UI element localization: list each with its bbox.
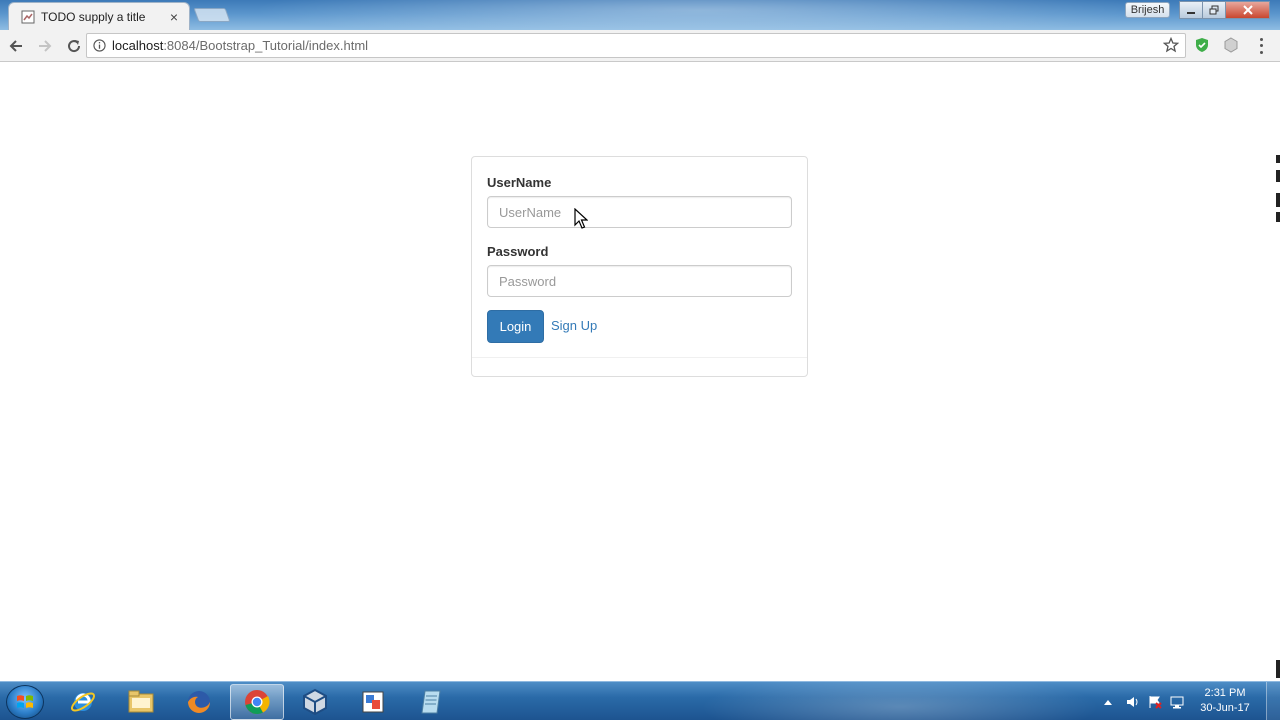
login-button[interactable]: Login [487, 310, 544, 343]
photo-app-icon[interactable] [346, 684, 400, 720]
shield-extension-icon[interactable] [1193, 36, 1211, 54]
restore-icon[interactable] [1202, 1, 1226, 19]
login-panel: UserName Password Login Sign Up [471, 156, 808, 377]
new-tab-button[interactable] [193, 8, 231, 22]
file-explorer-icon[interactable] [114, 684, 168, 720]
tab-close-icon[interactable]: × [167, 9, 181, 25]
internet-explorer-icon[interactable] [56, 684, 110, 720]
forward-arrow-icon[interactable] [32, 33, 58, 59]
browser-toolbar: localhost:8084/Bootstrap_Tutorial/index.… [0, 30, 1280, 62]
show-hidden-icons-icon[interactable] [1100, 699, 1116, 705]
system-tray [1100, 682, 1188, 720]
tab-title: TODO supply a title [41, 9, 146, 24]
info-icon[interactable] [93, 39, 106, 52]
reload-icon[interactable] [61, 33, 87, 59]
browser-titlebar: TODO supply a title × Brijesh [0, 0, 1280, 30]
browser-menu-icon[interactable] [1254, 36, 1268, 56]
show-desktop-button[interactable] [1266, 682, 1280, 720]
back-arrow-icon[interactable] [3, 33, 29, 59]
minimize-icon[interactable] [1179, 1, 1203, 19]
mouse-cursor-icon [574, 207, 589, 235]
username-label: UserName [487, 175, 552, 190]
password-label: Password [487, 244, 549, 259]
bookmark-star-icon[interactable] [1162, 36, 1180, 58]
virtualbox-icon[interactable] [288, 684, 342, 720]
edge-artifact [1276, 193, 1280, 207]
hexagon-extension-icon[interactable] [1222, 36, 1240, 54]
url-host: localhost [112, 38, 164, 53]
start-windows-icon[interactable] [6, 685, 44, 719]
network-icon[interactable] [1166, 695, 1188, 709]
taskbar: 2:31 PM 30-Jun-17 [0, 681, 1280, 720]
chrome-icon[interactable] [230, 684, 284, 720]
password-input[interactable] [487, 265, 792, 297]
url-path: :8084/Bootstrap_Tutorial/index.html [163, 38, 369, 53]
volume-icon[interactable] [1122, 695, 1144, 709]
profile-button[interactable]: Brijesh [1125, 2, 1170, 18]
panel-footer-divider [472, 357, 807, 358]
username-input[interactable] [487, 196, 792, 228]
window-controls [1179, 1, 1270, 19]
clock-date: 30-Jun-17 [1200, 702, 1250, 714]
edge-artifact [1276, 170, 1280, 182]
edge-artifact [1276, 155, 1280, 163]
firefox-icon[interactable] [172, 684, 226, 720]
notepad-icon[interactable] [404, 684, 458, 720]
clock-time: 2:31 PM [1204, 687, 1246, 699]
browser-tab[interactable]: TODO supply a title × [8, 2, 190, 30]
address-bar[interactable]: localhost:8084/Bootstrap_Tutorial/index.… [86, 33, 1186, 58]
action-center-flag-icon[interactable] [1144, 695, 1166, 709]
edge-artifact [1276, 660, 1280, 678]
signup-link[interactable]: Sign Up [551, 318, 597, 333]
page-favicon-icon [21, 10, 35, 24]
taskbar-clock[interactable]: 2:31 PM 30-Jun-17 [1190, 686, 1260, 716]
window-close-icon[interactable] [1225, 1, 1270, 19]
edge-artifact [1276, 212, 1280, 222]
